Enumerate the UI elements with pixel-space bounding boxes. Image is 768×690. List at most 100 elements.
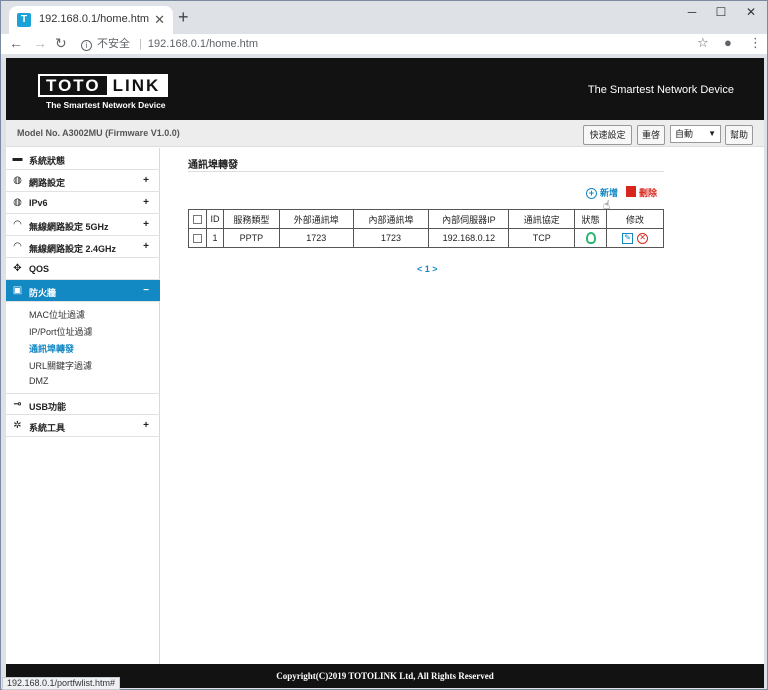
reload-icon[interactable]: ↻ [55,35,67,52]
sidebar-subitem-ip-port-filter[interactable]: IP/Port位址過濾 [29,325,93,338]
wifi-icon: ◠ [13,219,22,230]
bookmark-star-icon[interactable]: ☆ [697,35,709,51]
column-header: 內部伺服器IP [428,209,510,229]
lock-icon: ▣ [12,285,23,296]
help-button[interactable]: 幫助 [725,125,753,145]
sidebar-item-label: QOS [29,264,50,274]
sidebar-subitem-dmz[interactable]: DMZ [29,376,49,386]
title-divider [188,171,664,172]
page-header: TOTO LINK The Smartest Network Device Th… [6,58,764,120]
minimize-icon[interactable]: ─ [677,5,707,19]
expand-icon: + [143,241,149,252]
sidebar-item-label: 無線網路設定 5GHz [29,222,109,232]
omnibox-divider: | [139,38,142,50]
sidebar-subitem-mac-filter[interactable]: MAC位址過濾 [29,308,85,321]
lightbulb-icon[interactable] [585,232,596,244]
quick-setup-button[interactable]: 快速設定 [583,125,632,145]
new-tab-icon[interactable]: + [178,7,189,28]
back-icon[interactable]: ← [9,35,23,51]
add-button[interactable]: + 新增 [586,186,618,199]
address-bar[interactable]: i 不安全 | 192.168.0.1/home.htm [81,35,258,51]
sidebar-item-label: 網路設定 [29,178,66,188]
cell-id: 1 [205,228,224,248]
reboot-button[interactable]: 重啓 [637,125,665,145]
sidebar-subitem-port-forward[interactable]: 通訊埠轉發 [29,342,74,355]
header-slogan: The Smartest Network Device [587,84,734,96]
port-forward-table: ID 服務類型 外部通訊埠 內部通訊埠 內部伺服器IP 通訊協定 狀態 修改 1 [188,209,664,248]
model-label: Model No. A3002MU (Firmware V1.0.0) [17,128,180,138]
profile-icon[interactable]: ● [724,35,732,50]
select-all-cell [188,209,207,229]
column-header: 通訊協定 [508,209,576,229]
expand-icon: + [143,175,149,186]
delete-label: 刪除 [639,188,658,198]
table-row: 1 PPTP 1723 1723 192.168.0.12 TCP ✎ ✕ [188,228,664,248]
sidebar-item-label: 系統工具 [29,423,66,433]
delete-circle-icon[interactable]: ✕ [637,232,649,244]
sidebar-item-system-status[interactable]: ▬ 系統狀態 [6,148,160,170]
row-checkbox[interactable] [192,234,202,244]
column-header: 外部通訊埠 [278,209,354,229]
page-title: 通訊埠轉發 [188,160,238,171]
sidebar-item-qos[interactable]: ✥ QOS [6,258,160,280]
logo-subtitle: The Smartest Network Device [46,100,166,110]
sidebar-item-usb[interactable]: ⊸ USB功能 [6,393,160,415]
status-bar-url: 192.168.0.1/portfwlist.htm# [2,677,121,690]
cell-actions: ✎ ✕ [606,228,664,248]
sidebar-item-label: USB功能 [29,402,67,412]
language-value: 自動 [675,129,694,139]
close-tab-icon[interactable]: ✕ [154,12,165,28]
chat-icon: ▬ [12,153,23,164]
globe-icon: ◍ [13,175,22,186]
expand-icon: + [143,219,149,230]
cell-int-port: 1723 [352,228,430,248]
browser-window: T 192.168.0.1/home.htm ✕ + ─ ☐ ✕ ← → ↻ i… [0,0,768,690]
delete-button[interactable]: 刪除 [626,186,657,199]
sidebar-subitem-url-filter[interactable]: URL關鍵字過濾 [29,359,92,372]
trash-icon [626,186,636,197]
browser-tab[interactable]: T 192.168.0.1/home.htm ✕ [9,6,173,34]
column-header: 服務類型 [222,209,280,229]
sidebar-item-label: IPv6 [29,198,48,208]
column-header: 狀態 [574,209,608,229]
forward-icon[interactable]: → [33,35,47,51]
model-bar: Model No. A3002MU (Firmware V1.0.0) 快速設定… [6,120,764,147]
sidebar-item-system-tools[interactable]: ✲ 系統工具 + [6,415,160,437]
usb-icon: ⊸ [13,399,22,410]
row-select-cell [188,228,207,248]
sidebar-item-ipv6[interactable]: ◍ IPv6 + [6,192,160,214]
window-close-icon[interactable]: ✕ [736,5,766,19]
pagination[interactable]: < 1 > [417,264,438,274]
column-header: 內部通訊埠 [352,209,430,229]
language-select[interactable]: 自動 ▼ [670,125,721,143]
sidebar-item-wireless-5g[interactable]: ◠ 無線網路設定 5GHz + [6,214,160,236]
edit-icon[interactable]: ✎ [622,232,634,244]
column-header: ID [205,209,224,229]
tab-title: 192.168.0.1/home.htm [39,13,150,25]
column-header: 修改 [606,209,664,229]
sidebar-item-firewall[interactable]: ▣ 防火牆 − [6,280,160,302]
sidebar-item-label: 防火牆 [29,288,57,298]
table-header-row: ID 服務類型 外部通訊埠 內部通訊埠 內部伺服器IP 通訊協定 狀態 修改 [188,209,664,229]
info-icon[interactable]: i [81,40,92,51]
cell-status [574,228,608,248]
cell-protocol: TCP [508,228,576,248]
sidebar-item-wireless-24g[interactable]: ◠ 無線網路設定 2.4GHz + [6,236,160,258]
expand-icon: + [143,197,149,208]
cell-server-ip: 192.168.0.12 [428,228,510,248]
tab-strip: T 192.168.0.1/home.htm ✕ + ─ ☐ ✕ [1,1,767,34]
gear-icon: ✲ [13,420,22,431]
sidebar-item-label: 無線網路設定 2.4GHz [29,244,117,254]
menu-dots-icon[interactable]: ⋮ [749,35,762,51]
browser-toolbar: ← → ↻ i 不安全 | 192.168.0.1/home.htm ☆ ● ⋮ [1,34,767,54]
url-text: 192.168.0.1/home.htm [147,38,258,50]
chevron-down-icon: ▼ [708,129,716,138]
plus-circle-icon: + [586,188,597,199]
qos-icon: ✥ [13,263,22,274]
maximize-icon[interactable]: ☐ [706,5,736,19]
favicon-icon: T [17,13,31,27]
collapse-icon: − [143,285,149,296]
select-all-checkbox[interactable] [192,215,202,225]
sidebar-item-network[interactable]: ◍ 網路設定 + [6,170,160,192]
sidebar-item-label: 系統狀態 [29,156,66,166]
